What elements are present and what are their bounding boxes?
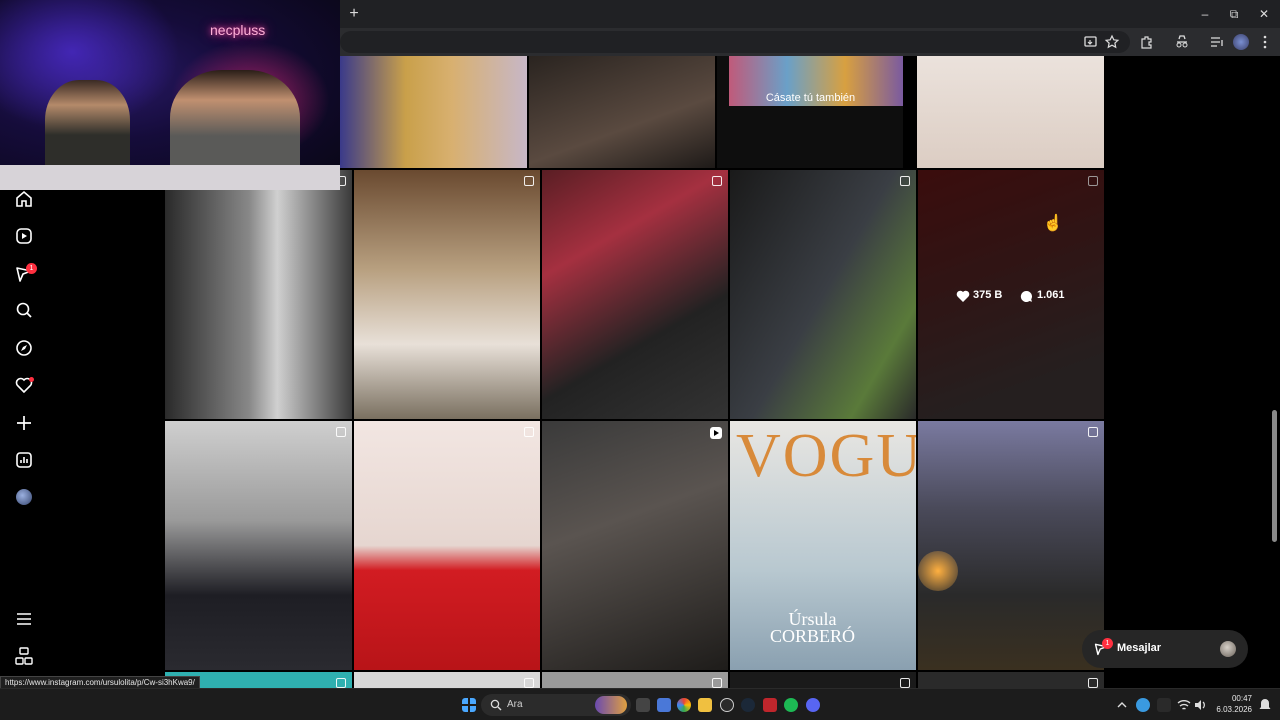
cover-name-line2: CORBERÓ [770,626,856,646]
app-icon[interactable] [720,698,734,712]
profile-avatar[interactable] [1233,34,1249,50]
post-tile[interactable] [529,56,715,168]
time: 00:47 [1231,694,1252,703]
address-bar[interactable] [340,31,1130,53]
file-explorer-icon[interactable] [698,698,712,712]
carousel-icon [336,427,346,437]
carousel-icon [712,678,722,688]
chevron-up-icon[interactable] [1115,698,1129,712]
menu-icon[interactable] [15,610,33,628]
post-tile[interactable] [542,672,728,688]
new-tab-button[interactable]: + [344,4,364,24]
carousel-icon [900,678,910,688]
carousel-icon [1088,427,1098,437]
post-tile[interactable] [730,170,916,419]
explore-icon[interactable] [15,339,33,357]
task-view-icon[interactable] [636,698,650,712]
tray-app-icon[interactable] [1157,698,1171,712]
carousel-icon [712,176,722,186]
carousel-icon [1088,678,1098,688]
threads-icon[interactable] [15,647,33,665]
post-tile[interactable]: Cásate tú también [717,56,903,168]
post-tile[interactable] [354,170,540,419]
notification-center-icon[interactable] [1258,698,1272,712]
carousel-icon [900,176,910,186]
carousel-icon [336,678,346,688]
extensions-icon[interactable] [1139,34,1155,50]
search-highlight-icon [595,696,627,714]
restore-button[interactable]: ⧉ [1219,4,1249,24]
post-tile[interactable] [354,421,540,670]
carousel-icon [524,678,534,688]
post-tile-hovered[interactable]: 375 B 1.061 [918,170,1104,419]
post-tile[interactable] [165,421,352,670]
post-caption: Cásate tú también [765,92,856,104]
create-icon[interactable] [15,414,33,432]
post-tile[interactable] [340,56,527,168]
post-tile[interactable] [917,56,1104,168]
neon-sign: necpluss [210,22,266,38]
steam-icon[interactable] [741,698,755,712]
menu-icon[interactable] [1257,34,1273,50]
post-tile[interactable] [918,672,1104,688]
post-tile[interactable] [542,421,728,670]
install-icon[interactable] [1083,34,1099,50]
heart-icon [956,290,970,302]
search-icon [490,699,502,711]
star-icon[interactable] [1104,34,1120,50]
chrome-icon[interactable] [677,698,691,712]
webcam-overlay: necpluss [0,0,340,190]
close-button[interactable]: ✕ [1249,4,1279,24]
post-tile[interactable] [730,672,916,688]
post-tile[interactable]: VOGUE Úrsula CORBERÓ [730,421,916,670]
carousel-icon [524,427,534,437]
post-tile[interactable] [165,170,352,419]
carousel-icon [524,176,534,186]
screen: + – ⧉ ✕ Cásate tú también 375 B 1.061 VO… [0,0,1280,720]
minimize-button[interactable]: – [1190,4,1220,24]
spotify-icon[interactable] [784,698,798,712]
reels-icon[interactable] [15,227,33,245]
volume-icon[interactable] [1193,698,1207,712]
vogue-masthead: VOGUE [736,422,916,490]
post-tile[interactable] [542,170,728,419]
clock[interactable]: 00:47 6.03.2026 [1212,693,1252,715]
home-icon[interactable] [15,190,33,208]
messages-label: Mesajlar [1117,642,1162,654]
comments-count: 1.061 [1037,289,1065,301]
hover-overlay [918,170,1104,419]
search-icon[interactable] [15,301,33,319]
incognito-icon[interactable] [1174,34,1190,50]
messages-button[interactable]: 1 Mesajlar [1082,630,1248,668]
taskbar-search[interactable]: Ara [481,694,631,716]
wifi-icon[interactable] [1177,698,1191,712]
likes-count: 375 B [973,289,1003,301]
app-icon[interactable] [763,698,777,712]
app-icon[interactable] [657,698,671,712]
windows-taskbar: Ara 00:47 6.03.2026 [0,688,1280,720]
messages-badge: 1 [26,263,37,274]
page-scrollbar[interactable] [1270,56,1278,688]
comment-icon [1020,290,1032,302]
tray-app-icon[interactable] [1136,698,1150,712]
instagram-sidebar: 1 [0,190,165,688]
discord-icon[interactable] [806,698,820,712]
mouse-cursor-icon: ☝ [1043,215,1063,232]
notifications-dot [29,377,34,382]
post-tile[interactable] [918,421,1104,670]
scrollbar-thumb[interactable] [1272,410,1277,542]
cover-name: Úrsula CORBERÓ [770,610,856,646]
post-tile[interactable] [354,672,540,688]
messages-badge: 1 [1102,638,1113,649]
contact-avatar [1220,641,1236,657]
start-icon[interactable] [462,698,476,712]
date: 6.03.2026 [1216,705,1252,714]
profile-avatar[interactable] [16,489,32,505]
dashboard-icon[interactable] [15,451,33,469]
search-label: Ara [507,699,523,710]
media-icon[interactable] [1209,34,1225,50]
reel-icon [710,427,722,439]
desk [0,165,340,190]
